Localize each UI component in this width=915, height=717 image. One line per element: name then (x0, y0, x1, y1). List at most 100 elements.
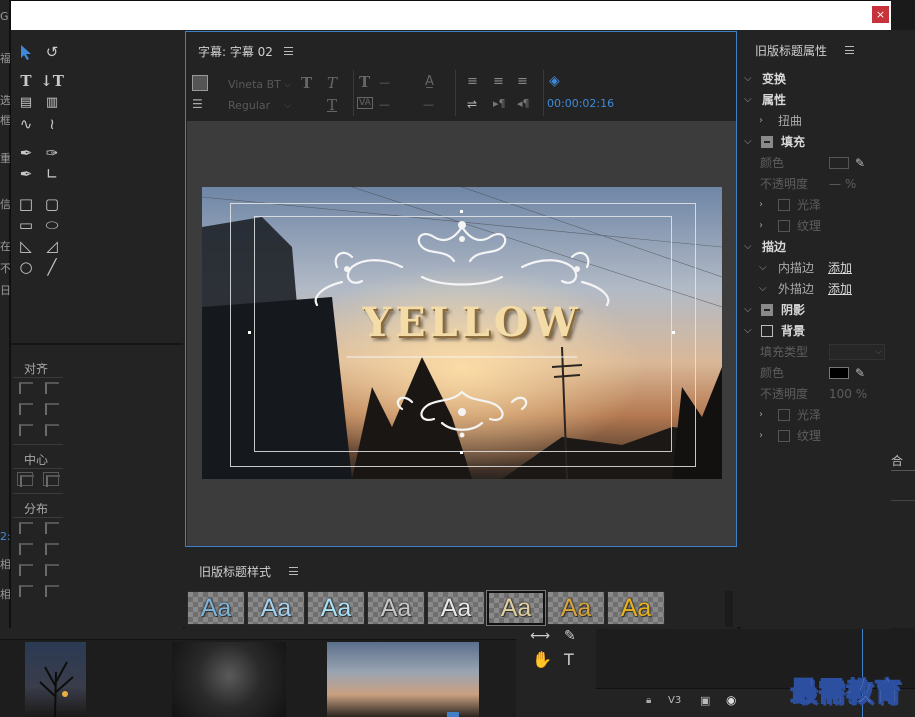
tab-stops-icon[interactable]: ☰ (192, 97, 203, 111)
style-swatch[interactable]: Aa (427, 591, 485, 625)
italic-icon[interactable]: T (327, 74, 337, 92)
center-vertical-icon[interactable] (43, 472, 60, 487)
rounded-corner-tool-icon[interactable]: ⬭ (41, 215, 63, 235)
style-swatch[interactable]: Aa (486, 590, 546, 626)
align-top-icon[interactable] (43, 380, 59, 394)
rounded-rectangle-tool-icon[interactable]: ▢ (41, 194, 63, 214)
type-tool-icon[interactable]: T (15, 71, 37, 91)
background-checkbox[interactable] (761, 325, 773, 337)
title-text-object[interactable]: YELLOW (332, 299, 612, 346)
align-right-text-icon[interactable]: ≡ (517, 74, 528, 89)
path-type-tool-icon[interactable]: ∿ (15, 114, 37, 134)
distribute-center-v-icon[interactable] (43, 541, 59, 555)
align-center-h-icon[interactable] (17, 401, 33, 415)
paragraph-rtl-icon[interactable]: ◂¶ (517, 97, 530, 110)
title-panel-tab[interactable]: 字幕: 字幕 02 (198, 43, 273, 60)
rotation-tool-icon[interactable]: ↺ (41, 42, 63, 62)
font-size-value[interactable]: — (379, 76, 390, 89)
distribute-vertical-even-icon[interactable] (43, 583, 59, 597)
style-swatch[interactable]: Aa (607, 591, 665, 625)
align-bottom-icon[interactable] (43, 422, 59, 436)
style-swatch[interactable]: Aa (367, 591, 425, 625)
pen-tool-icon[interactable]: ✒ (15, 143, 37, 163)
transform-section[interactable]: ⌵ 变换 (741, 69, 891, 89)
add-anchor-tool-icon[interactable]: ✒ (15, 164, 37, 184)
close-button[interactable]: × (872, 6, 889, 23)
tab-ruler-icon[interactable]: ⇌ (467, 97, 477, 111)
title-canvas[interactable]: YELLOW (187, 121, 736, 546)
clipped-rectangle-tool-icon[interactable]: ▭ (15, 215, 37, 235)
distort-row[interactable]: › 扭曲 (741, 111, 891, 131)
add-inner-stroke-link[interactable]: 添加 (828, 258, 852, 278)
style-swatch[interactable]: Aa (547, 591, 605, 625)
show-background-video-icon[interactable] (192, 75, 208, 91)
fill-checkbox[interactable] (761, 136, 773, 148)
selection-tool-icon[interactable] (15, 42, 37, 62)
distribute-center-h-icon[interactable] (17, 541, 33, 555)
shadow-section[interactable]: ⌵ 阴影 (741, 300, 891, 320)
delete-anchor-tool-icon[interactable]: ✑ (41, 143, 63, 163)
fill-color-swatch[interactable] (829, 157, 849, 169)
vertical-area-type-tool-icon[interactable]: ▥ (41, 92, 63, 112)
panel-menu-icon[interactable] (289, 567, 298, 575)
dialog-titlebar[interactable]: × (11, 1, 891, 30)
lock-icon[interactable]: 🔒︎ (646, 695, 651, 706)
bold-icon[interactable]: T (301, 74, 312, 92)
ripple-edit-icon[interactable]: ⟷ (530, 628, 550, 644)
hand-tool-icon[interactable]: ✋ (532, 650, 552, 669)
distribute-top-icon[interactable] (43, 520, 59, 534)
styles-scrollbar[interactable] (725, 591, 733, 627)
sheen-checkbox[interactable] (778, 199, 790, 211)
align-right-icon[interactable] (17, 422, 33, 436)
style-swatch[interactable]: Aa (247, 591, 305, 625)
bg-sheen-checkbox[interactable] (778, 409, 790, 421)
eye-icon[interactable]: ◉ (726, 693, 736, 707)
add-outer-stroke-link[interactable]: 添加 (828, 279, 852, 299)
pen-tool-icon[interactable]: ✎ (564, 628, 576, 644)
bg-opacity-value[interactable]: 100 % (829, 384, 867, 404)
leading-value[interactable]: — (423, 98, 434, 111)
distribute-bottom-icon[interactable] (43, 562, 59, 576)
arc-tool-icon[interactable]: ◿ (41, 236, 63, 256)
convert-anchor-tool-icon[interactable]: ∟ (41, 164, 63, 184)
center-horizontal-icon[interactable] (17, 472, 34, 487)
timecode[interactable]: 00:00:02:16 (547, 97, 614, 110)
font-style-select[interactable]: Regular (225, 97, 293, 115)
font-family-select[interactable]: Vineta BT (225, 76, 293, 94)
align-left-icon[interactable] (17, 380, 33, 394)
panel-menu-icon[interactable] (845, 46, 854, 54)
shadow-checkbox[interactable] (761, 304, 773, 316)
style-swatch[interactable]: Aa (187, 591, 245, 625)
align-center-text-icon[interactable]: ≡ (493, 74, 504, 89)
type-tool-icon[interactable]: T (564, 650, 574, 669)
clip-thumbnail[interactable] (327, 642, 479, 717)
line-tool-icon[interactable]: ╱ (41, 257, 63, 277)
distribute-left-icon[interactable] (17, 520, 33, 534)
bg-color-swatch[interactable] (829, 367, 849, 379)
background-section[interactable]: ⌵ 背景 (741, 321, 891, 341)
underline-icon[interactable]: T (327, 96, 337, 114)
camera-icon[interactable]: ▣ (700, 694, 710, 707)
ellipse-tool-icon[interactable]: ○ (15, 257, 37, 277)
align-center-v-icon[interactable] (43, 401, 59, 415)
attributes-section[interactable]: ⌵ 属性 (741, 90, 891, 110)
eyedropper-icon[interactable]: ✎ (855, 153, 865, 173)
show-video-eye-icon[interactable]: ◈ (549, 73, 560, 89)
bg-texture-checkbox[interactable] (778, 430, 790, 442)
rectangle-tool-icon[interactable]: □ (15, 194, 37, 214)
paragraph-ltr-icon[interactable]: ▸¶ (493, 97, 506, 110)
texture-checkbox[interactable] (778, 220, 790, 232)
clip-thumbnail[interactable] (25, 642, 86, 717)
distribute-right-icon[interactable] (17, 562, 33, 576)
stroke-section[interactable]: ⌵ 描边 (741, 237, 891, 257)
kerning-value[interactable]: — (379, 98, 390, 111)
align-left-text-icon[interactable]: ≡ (467, 74, 478, 89)
distribute-horizontal-even-icon[interactable] (17, 583, 33, 597)
vertical-type-tool-icon[interactable]: ↓T (40, 71, 64, 91)
area-type-tool-icon[interactable]: ▤ (15, 92, 37, 112)
wedge-tool-icon[interactable]: ◺ (15, 236, 37, 256)
fill-opacity-value[interactable]: — % (829, 174, 856, 194)
clip-thumbnail[interactable] (172, 642, 286, 717)
eyedropper-icon[interactable]: ✎ (855, 363, 865, 383)
style-swatch[interactable]: Aa (307, 591, 365, 625)
